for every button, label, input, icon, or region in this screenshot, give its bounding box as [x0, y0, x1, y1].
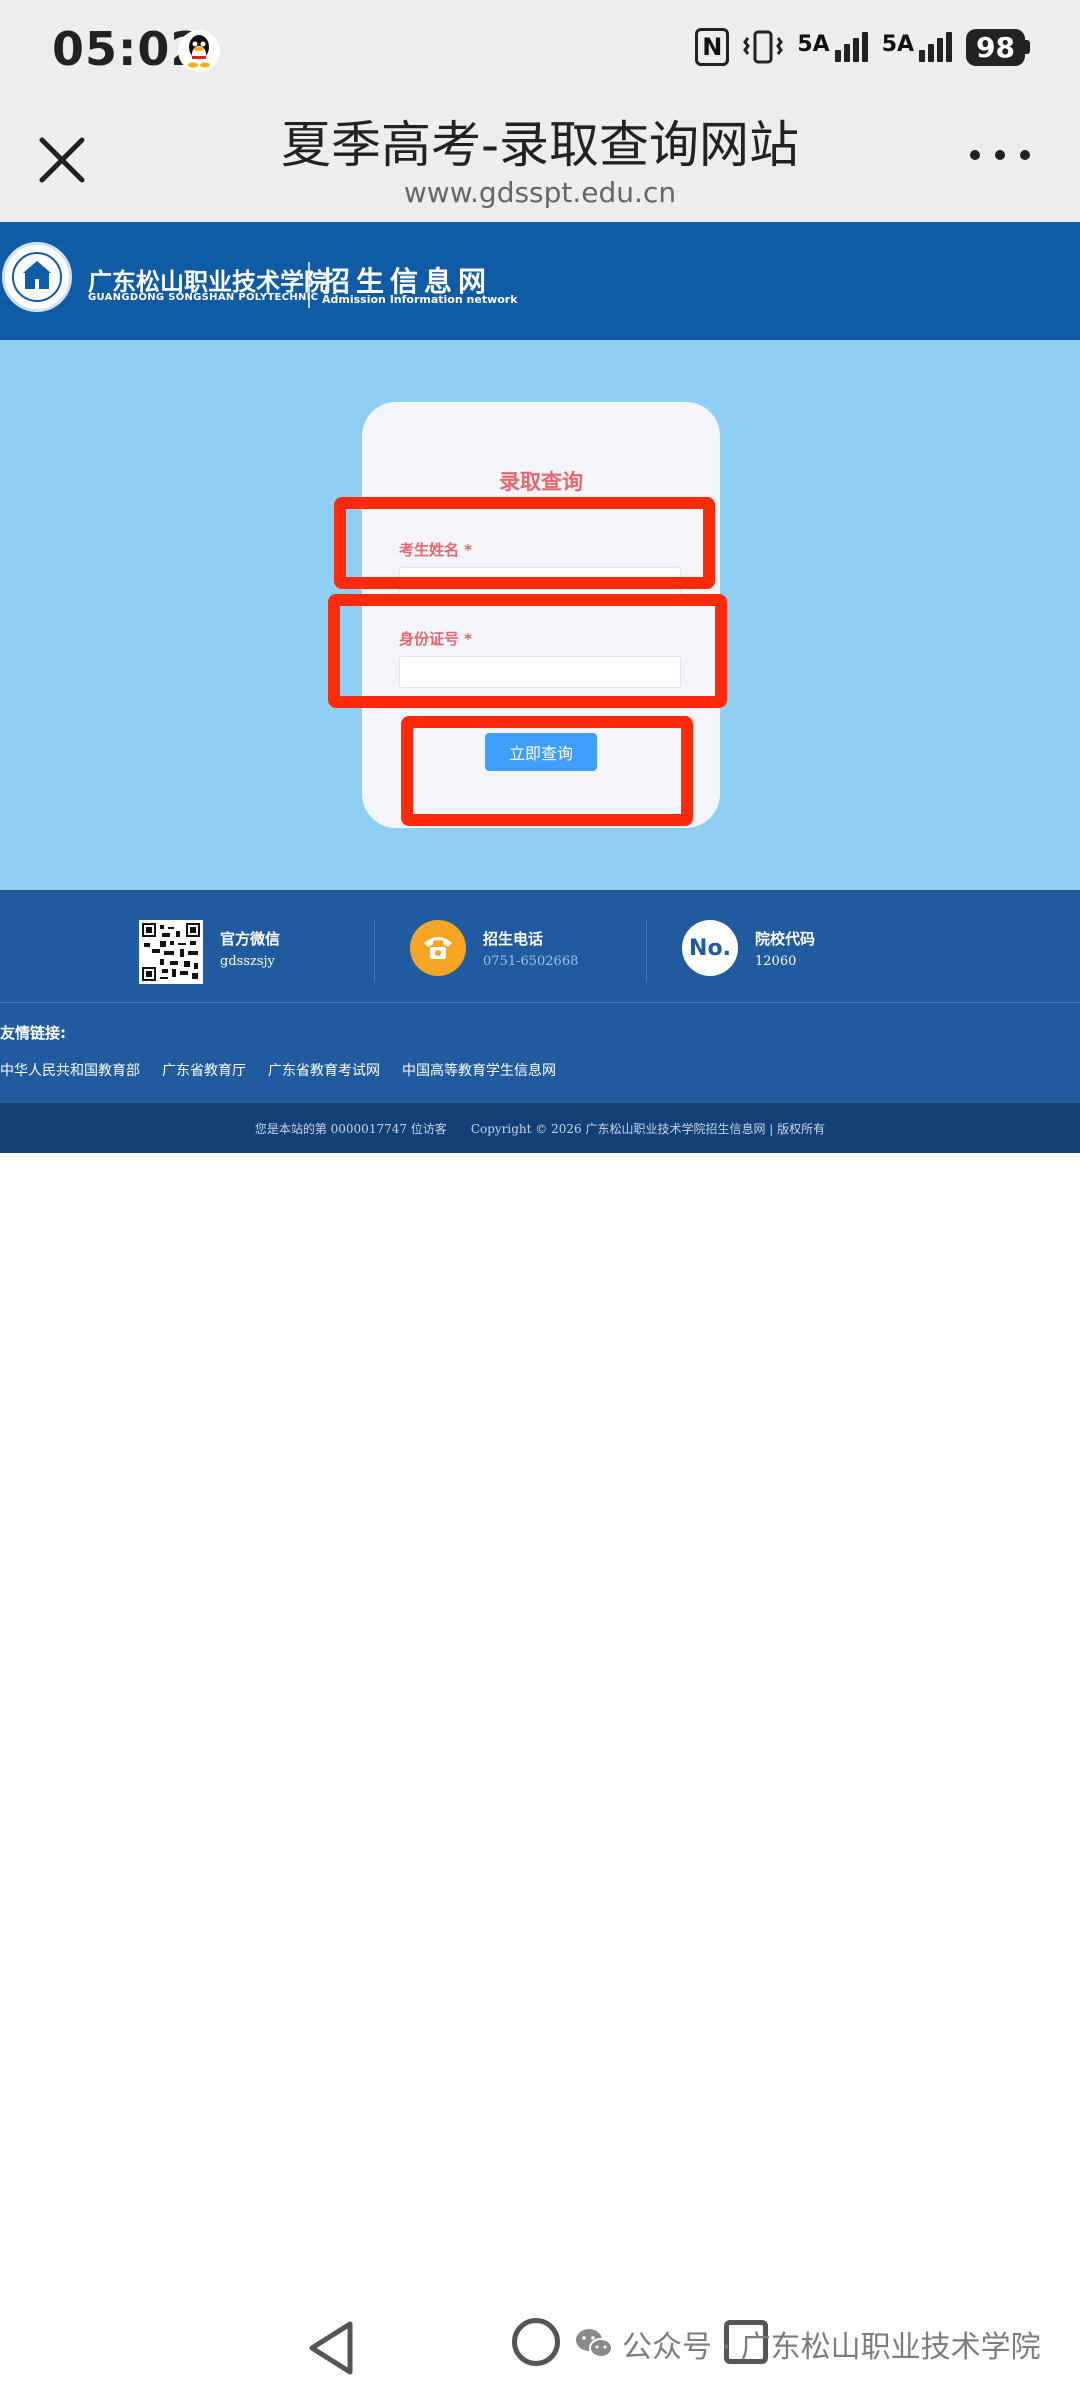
- footer-divider: [374, 920, 375, 982]
- more-menu-button[interactable]: [970, 140, 1030, 170]
- school-code-title: 院校代码: [755, 930, 816, 948]
- page-title: 夏季高考-录取查询网站: [280, 116, 800, 174]
- signal-icon: 5A: [797, 32, 868, 62]
- link-gd-edu[interactable]: 广东省教育厅: [162, 1060, 246, 1080]
- school-name-en: GUANGDONG SONGSHAN POLYTECHNIC: [88, 292, 319, 303]
- vibrate-icon: [743, 28, 784, 66]
- footer-separator: [0, 1002, 1080, 1003]
- school-code-icon: No.: [682, 920, 738, 976]
- footer-divider: [646, 920, 647, 982]
- nfc-icon: N: [695, 28, 730, 66]
- link-gd-exam[interactable]: 广东省教育考试网: [268, 1060, 380, 1080]
- wechat-title: 官方微信: [220, 930, 281, 948]
- battery-level: 98: [966, 28, 1025, 66]
- form-title: 录取查询: [499, 470, 583, 494]
- signal-icon: 5A: [881, 32, 953, 62]
- highlight-box-name: [334, 497, 715, 589]
- phone-number[interactable]: 0751-6502668: [483, 954, 578, 969]
- school-code-value: 12060: [755, 954, 797, 969]
- school-logo[interactable]: [2, 242, 72, 312]
- wechat-icon: [576, 2329, 613, 2358]
- battery-icon: 98: [966, 28, 1030, 66]
- banner-divider: [308, 262, 310, 308]
- copyright-bar: 您是本站的第 0000017747 位访客 Copyright © 2026 广…: [0, 1103, 1080, 1153]
- page-url: www.gdsspt.edu.cn: [403, 176, 677, 209]
- network-type-label: 5A: [881, 32, 915, 57]
- back-icon: [309, 2321, 353, 2375]
- wechat-qr-code: [139, 920, 203, 984]
- friend-links: 中华人民共和国教育部 广东省教育厅 广东省教育考试网 中国高等教育学生信息网: [0, 1060, 556, 1080]
- status-icons: N 5A 5A 98: [695, 28, 1030, 66]
- phone-icon: [410, 920, 466, 976]
- site-title-en: Admission Information network: [322, 293, 518, 306]
- link-moe[interactable]: 中华人民共和国教育部: [0, 1060, 140, 1080]
- links-title: 友情链接:: [0, 1024, 66, 1042]
- phone-title: 招生电话: [483, 930, 544, 948]
- nav-home-button[interactable]: [512, 2318, 560, 2366]
- network-type-label: 5A: [797, 32, 830, 57]
- qq-icon: [178, 30, 220, 72]
- highlight-box-button: [401, 716, 693, 826]
- link-chsi[interactable]: 中国高等教育学生信息网: [402, 1060, 556, 1080]
- copyright-text: Copyright © 2026 广东松山职业技术学院招生信息网 | 版权所有: [470, 1121, 826, 1136]
- highlight-box-id: [328, 594, 727, 708]
- more-icon: [970, 150, 980, 160]
- wechat-id: gdsszsjy: [220, 954, 275, 969]
- watermark-text: 公众号 · 广东松山职业技术学院: [622, 2330, 1041, 2365]
- watermark: 公众号 · 广东松山职业技术学院: [574, 2322, 1041, 2366]
- nav-back-button[interactable]: [302, 2318, 358, 2382]
- visitor-count: 您是本站的第 0000017747 位访客: [254, 1121, 447, 1136]
